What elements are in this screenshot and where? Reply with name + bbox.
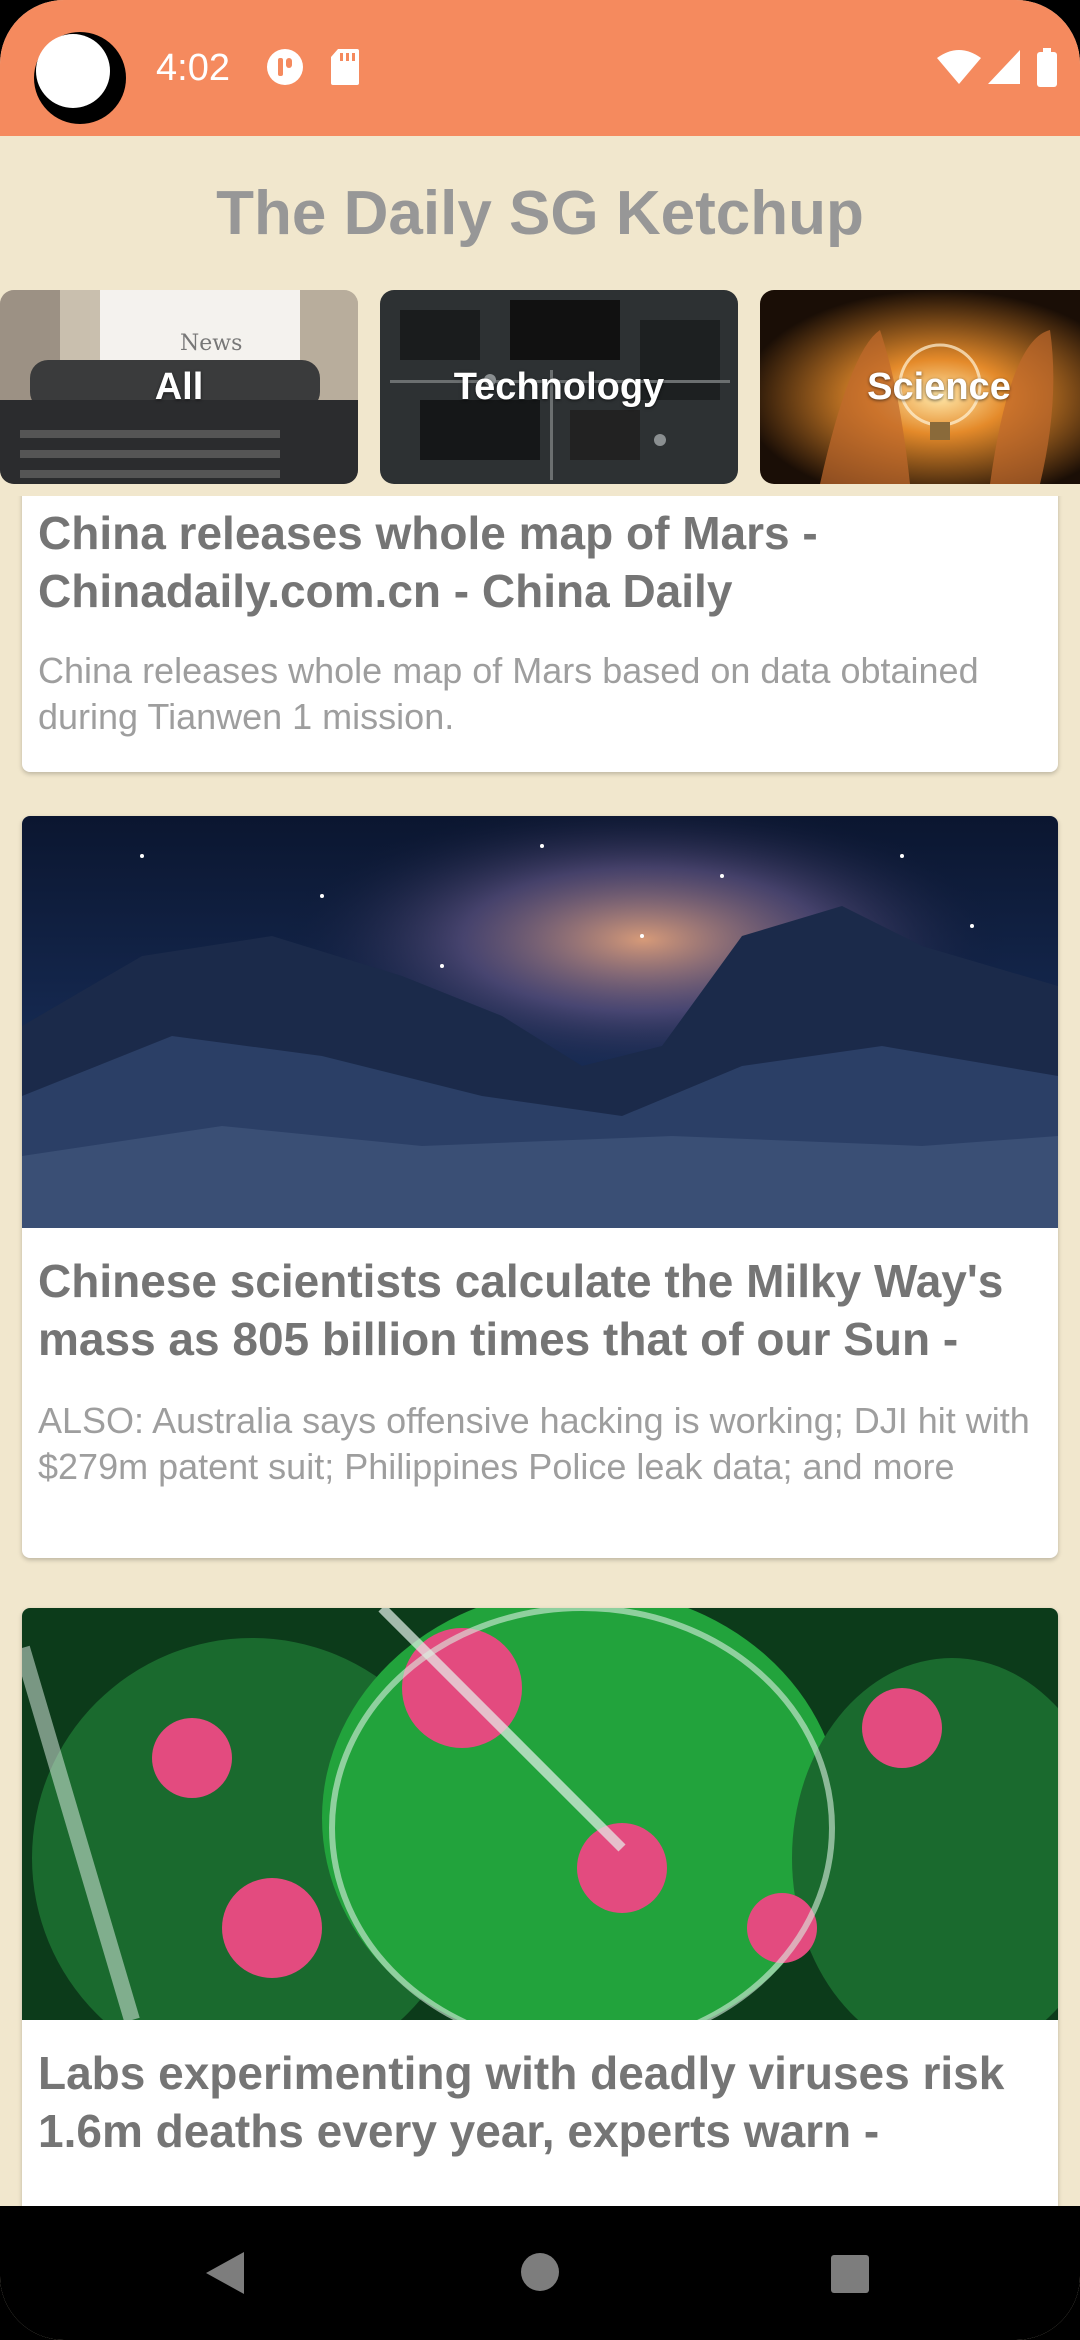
article-image: [22, 816, 1058, 1228]
notification-icon: [267, 49, 303, 85]
recents-icon[interactable]: [830, 2254, 870, 2294]
article-description: ALSO: Australia says offensive hacking i…: [38, 1400, 1030, 1487]
news-feed[interactable]: China releases whole map of Mars - China…: [0, 496, 1080, 2206]
app-title: The Daily SG Ketchup: [216, 179, 864, 248]
battery-icon: [1037, 48, 1057, 87]
article-description: China releases whole map of Mars based o…: [38, 650, 979, 737]
navigation-bar: [0, 2206, 1080, 2340]
cell-signal-icon: [988, 50, 1020, 84]
article-title: China releases whole map of Mars - China…: [38, 507, 818, 617]
wifi-icon: [937, 50, 981, 84]
news-card[interactable]: Labs experimenting with deadly viruses r…: [22, 1608, 1058, 2206]
article-title: Chinese scientists calculate the Milky W…: [38, 1255, 1004, 1365]
article-title: Labs experimenting with deadly viruses r…: [38, 2047, 1005, 2157]
category-label-science: Science: [867, 365, 1011, 408]
sd-card-icon: [331, 49, 359, 85]
phone-screen: 4:02 The Daily SG Ketchup News All Techn…: [0, 0, 1080, 2340]
category-chip-all[interactable]: News All: [0, 290, 358, 484]
news-card[interactable]: China releases whole map of Mars - China…: [22, 496, 1058, 772]
back-icon[interactable]: [204, 2250, 246, 2296]
category-chip-science[interactable]: Science: [760, 290, 1080, 484]
category-label-technology: Technology: [453, 365, 665, 408]
news-card[interactable]: Chinese scientists calculate the Milky W…: [22, 816, 1058, 1558]
category-label-all: All: [154, 365, 204, 408]
home-icon[interactable]: [520, 2252, 560, 2292]
article-image: [22, 1608, 1058, 2020]
status-bar: 4:02: [0, 0, 1080, 136]
category-chip-technology[interactable]: Technology: [380, 290, 738, 484]
camera-cutout: [34, 32, 126, 124]
status-time: 4:02: [156, 47, 230, 89]
category-row[interactable]: News All Technology Science: [0, 290, 1080, 484]
